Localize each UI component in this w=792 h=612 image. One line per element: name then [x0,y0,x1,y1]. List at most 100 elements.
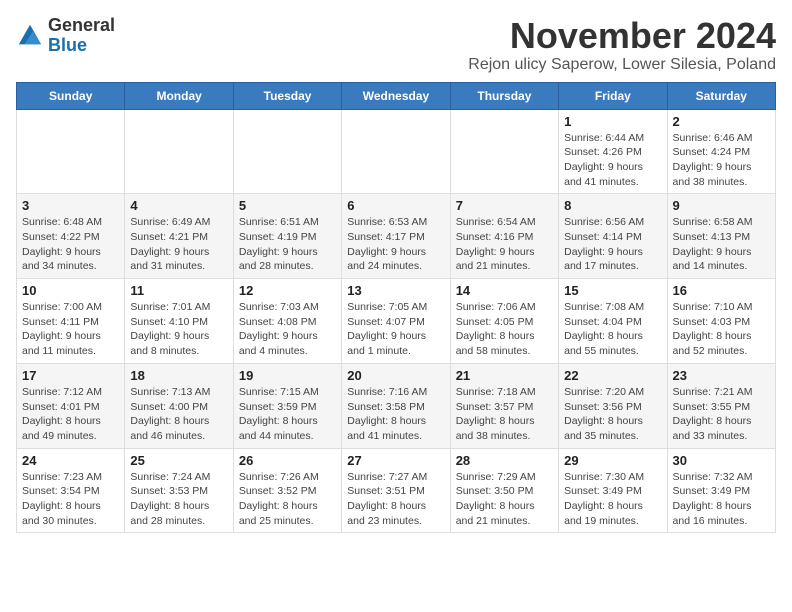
day-number: 21 [456,368,553,383]
day-info: Sunrise: 7:30 AM Sunset: 3:49 PM Dayligh… [564,470,661,529]
day-cell: 2Sunrise: 6:46 AM Sunset: 4:24 PM Daylig… [667,109,775,194]
day-number: 10 [22,283,119,298]
day-cell: 18 Sunrise: 7:13 AM Sunset: 4:00 PM Dayli… [125,363,233,448]
day-cell: 20 Sunrise: 7:16 AM Sunset: 3:58 PM Dayli… [342,363,450,448]
day-cell: 26 Sunrise: 7:26 AM Sunset: 3:52 PM Dayli… [233,448,341,533]
day-cell: 14 Sunrise: 7:06 AM Sunset: 4:05 PM Dayli… [450,279,558,364]
day-cell: 11Sunrise: 7:01 AM Sunset: 4:10 PM Dayli… [125,279,233,364]
day-info: Sunrise: 7:27 AM Sunset: 3:51 PM Dayligh… [347,470,444,529]
day-info: Sunrise: 7:05 AM Sunset: 4:07 PM Dayligh… [347,300,444,359]
weekday-friday: Friday [559,82,667,109]
weekday-monday: Monday [125,82,233,109]
day-info: Sunrise: 6:54 AM Sunset: 4:16 PM Dayligh… [456,215,553,274]
week-row-5: 24Sunrise: 7:23 AM Sunset: 3:54 PM Dayli… [17,448,776,533]
day-info: Sunrise: 7:00 AM Sunset: 4:11 PM Dayligh… [22,300,119,359]
day-number: 14 [456,283,553,298]
day-info: Sunrise: 6:53 AM Sunset: 4:17 PM Dayligh… [347,215,444,274]
day-cell: 19Sunrise: 7:15 AM Sunset: 3:59 PM Dayli… [233,363,341,448]
day-number: 25 [130,453,227,468]
day-number: 27 [347,453,444,468]
day-number: 19 [239,368,336,383]
title-block: November 2024 Rejon ulicy Saperow, Lower… [468,16,776,74]
weekday-header: SundayMondayTuesdayWednesdayThursdayFrid… [17,82,776,109]
day-info: Sunrise: 6:51 AM Sunset: 4:19 PM Dayligh… [239,215,336,274]
weekday-thursday: Thursday [450,82,558,109]
day-info: Sunrise: 6:48 AM Sunset: 4:22 PM Dayligh… [22,215,119,274]
day-info: Sunrise: 7:13 AM Sunset: 4:00 PM Dayligh… [130,385,227,444]
day-info: Sunrise: 7:12 AM Sunset: 4:01 PM Dayligh… [22,385,119,444]
day-cell: 17Sunrise: 7:12 AM Sunset: 4:01 PM Dayli… [17,363,125,448]
day-cell: 21 Sunrise: 7:18 AM Sunset: 3:57 PM Dayli… [450,363,558,448]
day-info: Sunrise: 6:49 AM Sunset: 4:21 PM Dayligh… [130,215,227,274]
day-number: 3 [22,198,119,213]
day-info: Sunrise: 7:32 AM Sunset: 3:49 PM Dayligh… [673,470,770,529]
day-number: 15 [564,283,661,298]
logo-icon [16,22,44,50]
day-cell [450,109,558,194]
day-info: Sunrise: 7:26 AM Sunset: 3:52 PM Dayligh… [239,470,336,529]
day-number: 28 [456,453,553,468]
day-cell: 3 Sunrise: 6:48 AM Sunset: 4:22 PM Daylig… [17,194,125,279]
day-info: Sunrise: 7:03 AM Sunset: 4:08 PM Dayligh… [239,300,336,359]
day-cell: 4 Sunrise: 6:49 AM Sunset: 4:21 PM Daylig… [125,194,233,279]
week-row-3: 10 Sunrise: 7:00 AM Sunset: 4:11 PM Dayli… [17,279,776,364]
calendar-body: 1Sunrise: 6:44 AM Sunset: 4:26 PM Daylig… [17,109,776,533]
day-info: Sunrise: 7:23 AM Sunset: 3:54 PM Dayligh… [22,470,119,529]
day-number: 2 [673,114,770,129]
logo-text: General Blue [48,16,115,56]
day-cell: 23 Sunrise: 7:21 AM Sunset: 3:55 PM Dayli… [667,363,775,448]
day-number: 11 [130,283,227,298]
weekday-wednesday: Wednesday [342,82,450,109]
day-info: Sunrise: 7:10 AM Sunset: 4:03 PM Dayligh… [673,300,770,359]
day-info: Sunrise: 7:20 AM Sunset: 3:56 PM Dayligh… [564,385,661,444]
day-number: 12 [239,283,336,298]
day-info: Sunrise: 7:21 AM Sunset: 3:55 PM Dayligh… [673,385,770,444]
day-info: Sunrise: 7:18 AM Sunset: 3:57 PM Dayligh… [456,385,553,444]
day-number: 16 [673,283,770,298]
day-cell [17,109,125,194]
day-info: Sunrise: 7:08 AM Sunset: 4:04 PM Dayligh… [564,300,661,359]
day-info: Sunrise: 7:24 AM Sunset: 3:53 PM Dayligh… [130,470,227,529]
day-number: 5 [239,198,336,213]
month-title: November 2024 [468,16,776,56]
day-cell: 28 Sunrise: 7:29 AM Sunset: 3:50 PM Dayli… [450,448,558,533]
day-number: 23 [673,368,770,383]
day-number: 6 [347,198,444,213]
weekday-tuesday: Tuesday [233,82,341,109]
day-cell: 1Sunrise: 6:44 AM Sunset: 4:26 PM Daylig… [559,109,667,194]
day-number: 18 [130,368,227,383]
day-cell: 12 Sunrise: 7:03 AM Sunset: 4:08 PM Dayli… [233,279,341,364]
day-number: 9 [673,198,770,213]
day-info: Sunrise: 7:06 AM Sunset: 4:05 PM Dayligh… [456,300,553,359]
day-cell: 9Sunrise: 6:58 AM Sunset: 4:13 PM Daylig… [667,194,775,279]
weekday-sunday: Sunday [17,82,125,109]
day-number: 7 [456,198,553,213]
day-info: Sunrise: 7:29 AM Sunset: 3:50 PM Dayligh… [456,470,553,529]
day-cell [125,109,233,194]
day-cell: 10 Sunrise: 7:00 AM Sunset: 4:11 PM Dayli… [17,279,125,364]
day-info: Sunrise: 6:44 AM Sunset: 4:26 PM Dayligh… [564,131,661,190]
day-number: 8 [564,198,661,213]
weekday-saturday: Saturday [667,82,775,109]
day-number: 29 [564,453,661,468]
day-info: Sunrise: 6:56 AM Sunset: 4:14 PM Dayligh… [564,215,661,274]
day-number: 30 [673,453,770,468]
day-cell: 30 Sunrise: 7:32 AM Sunset: 3:49 PM Dayli… [667,448,775,533]
subtitle: Rejon ulicy Saperow, Lower Silesia, Pola… [468,56,776,74]
day-cell: 8 Sunrise: 6:56 AM Sunset: 4:14 PM Daylig… [559,194,667,279]
day-cell: 16 Sunrise: 7:10 AM Sunset: 4:03 PM Dayli… [667,279,775,364]
day-info: Sunrise: 7:16 AM Sunset: 3:58 PM Dayligh… [347,385,444,444]
day-number: 22 [564,368,661,383]
day-number: 20 [347,368,444,383]
day-number: 4 [130,198,227,213]
day-cell [233,109,341,194]
day-number: 13 [347,283,444,298]
day-cell [342,109,450,194]
week-row-2: 3 Sunrise: 6:48 AM Sunset: 4:22 PM Daylig… [17,194,776,279]
day-number: 26 [239,453,336,468]
week-row-1: 1Sunrise: 6:44 AM Sunset: 4:26 PM Daylig… [17,109,776,194]
header: General Blue November 2024 Rejon ulicy S… [16,16,776,74]
day-cell: 25 Sunrise: 7:24 AM Sunset: 3:53 PM Dayli… [125,448,233,533]
day-cell: 5 Sunrise: 6:51 AM Sunset: 4:19 PM Daylig… [233,194,341,279]
day-cell: 27 Sunrise: 7:27 AM Sunset: 3:51 PM Dayli… [342,448,450,533]
